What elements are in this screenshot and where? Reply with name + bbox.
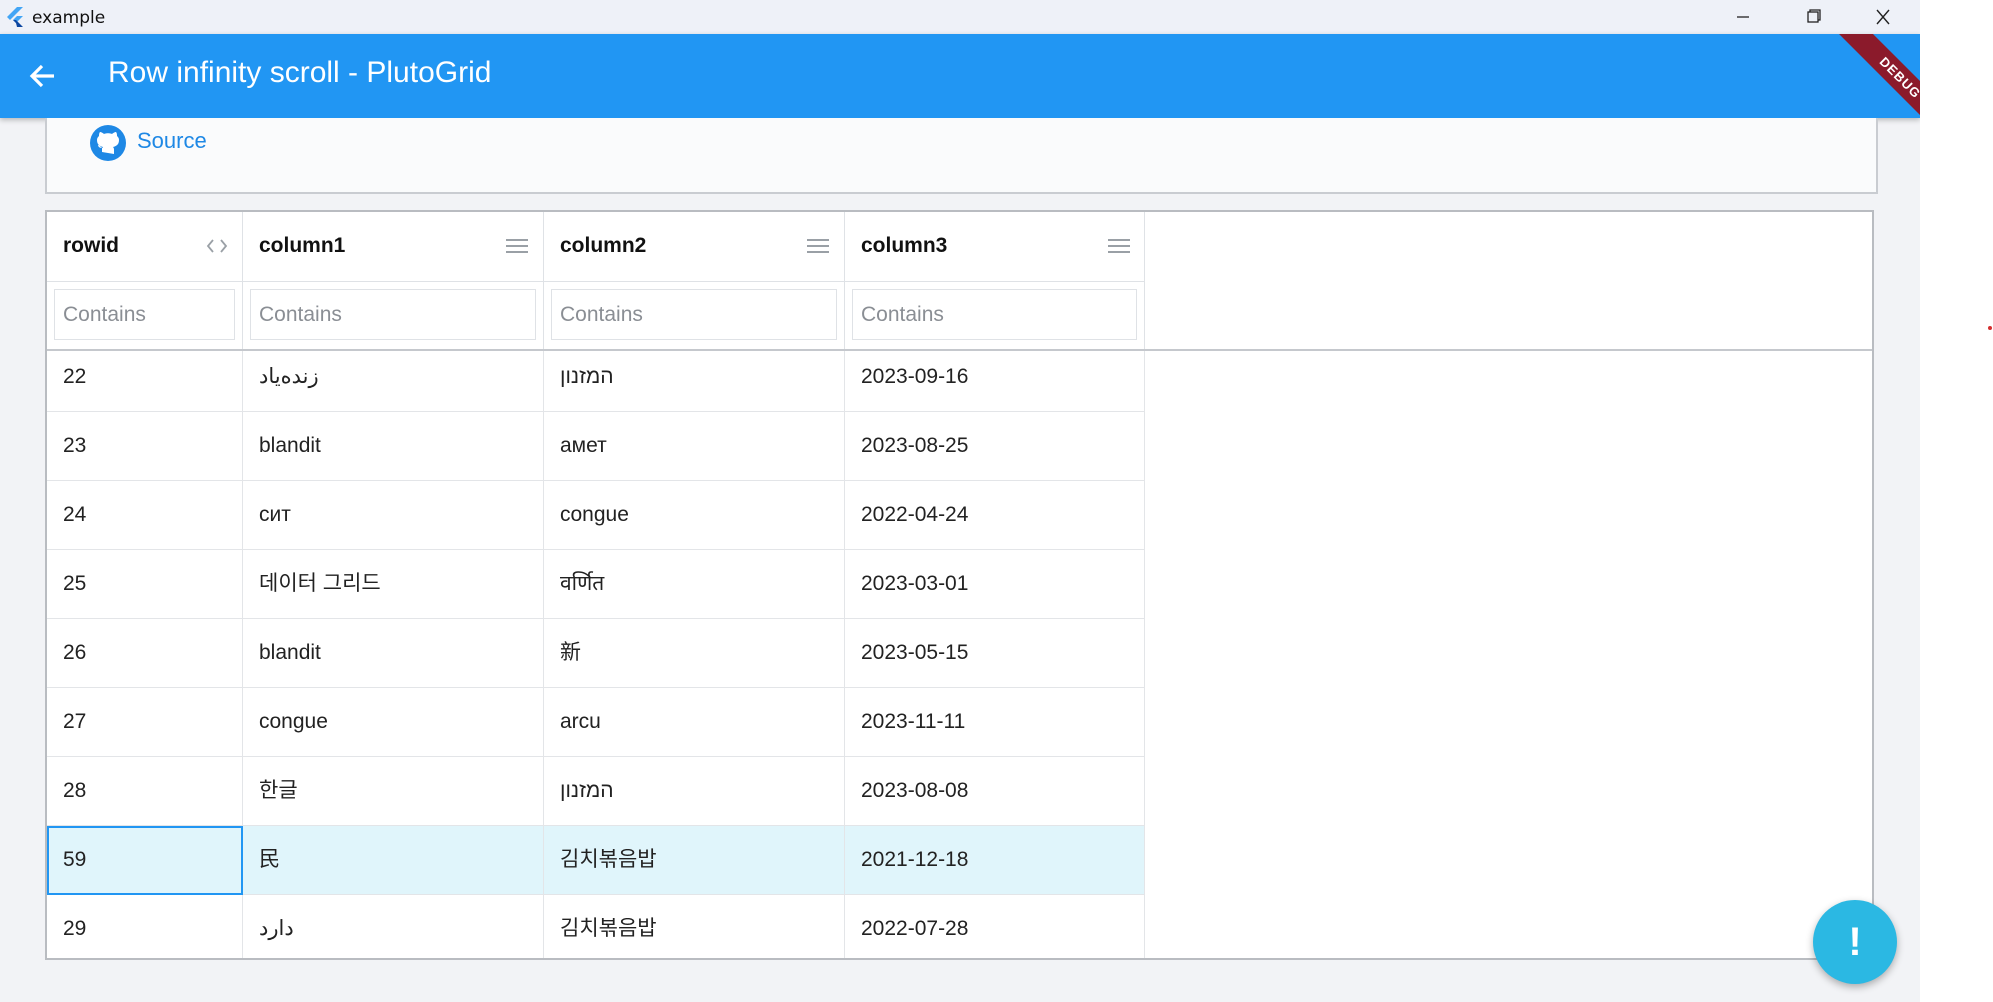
cell-column1[interactable]: blandit	[243, 619, 544, 688]
window-title: example	[32, 8, 106, 28]
menu-icon[interactable]	[1107, 236, 1131, 256]
restore-icon[interactable]	[1778, 0, 1848, 34]
filter-input-column2[interactable]	[551, 289, 837, 340]
flutter-logo-icon	[7, 7, 23, 27]
table-row[interactable]: 22 زنده‌یاد המזנון 2023-09-16	[47, 351, 1145, 412]
table-row[interactable]: 25 데이터 그리드 वर्णित 2023-03-01	[47, 550, 1145, 619]
cell-column2[interactable]: המזנון	[544, 757, 845, 826]
table-row[interactable]: 29 دارد 김치볶음밥 2022-07-28	[47, 895, 1145, 958]
column-title: column2	[560, 234, 647, 257]
table-row[interactable]: 27 congue arcu 2023-11-11	[47, 688, 1145, 757]
github-icon[interactable]	[89, 124, 127, 162]
filter-cell-rowid	[47, 282, 243, 349]
source-link[interactable]: Source	[137, 128, 207, 154]
app-window: example Row infinity scroll - PlutoGrid …	[0, 0, 1920, 1002]
cell-rowid[interactable]: 26	[47, 619, 243, 688]
back-arrow-icon[interactable]	[22, 56, 62, 96]
cell-rowid[interactable]: 28	[47, 757, 243, 826]
cell-column1[interactable]: 데이터 그리드	[243, 550, 544, 619]
column-header-column1[interactable]: column1	[243, 212, 544, 282]
source-card: Source	[45, 118, 1878, 194]
cell-rowid[interactable]: 29	[47, 895, 243, 958]
column-title: rowid	[63, 234, 119, 257]
filter-cell-column1	[243, 282, 544, 349]
filter-input-rowid[interactable]	[54, 289, 235, 340]
pluto-grid: rowid column1 column2 column3 Contains C…	[45, 210, 1874, 960]
cell-rowid[interactable]: 27	[47, 688, 243, 757]
table-row[interactable]: 28 한글 המזנון 2023-08-08	[47, 757, 1145, 826]
cell-column3[interactable]: 2023-08-25	[845, 412, 1145, 481]
cell-column1[interactable]: 民	[243, 826, 544, 895]
drag-handle-icon[interactable]	[205, 236, 229, 256]
cell-column3[interactable]: 2022-04-24	[845, 481, 1145, 550]
menu-icon[interactable]	[806, 236, 830, 256]
page-title: Row infinity scroll - PlutoGrid	[108, 56, 492, 89]
cell-column3[interactable]: 2023-09-16	[845, 351, 1145, 412]
cell-column1[interactable]: сит	[243, 481, 544, 550]
column-title: column1	[259, 234, 346, 257]
close-icon[interactable]	[1848, 0, 1918, 34]
cell-column2[interactable]: 新	[544, 619, 845, 688]
filter-input-column3[interactable]	[852, 289, 1137, 340]
table-row[interactable]: 26 blandit 新 2023-05-15	[47, 619, 1145, 688]
cell-column3[interactable]: 2023-11-11	[845, 688, 1145, 757]
cell-column2[interactable]: 김치볶음밥	[544, 895, 845, 958]
cell-column2[interactable]: המזנון	[544, 351, 845, 412]
column-title: column3	[861, 234, 948, 257]
cell-column3[interactable]: 2022-07-28	[845, 895, 1145, 958]
floating-action-button[interactable]: !	[1813, 900, 1897, 984]
cell-column2[interactable]: वर्णित	[544, 550, 845, 619]
debug-banner: DEBUG	[1834, 34, 1920, 118]
cell-column1[interactable]: زنده‌یاد	[243, 351, 544, 412]
cell-rowid[interactable]: 22	[47, 351, 243, 412]
cell-column1[interactable]: congue	[243, 688, 544, 757]
window-titlebar: example	[0, 0, 1920, 34]
cell-column1[interactable]: 한글	[243, 757, 544, 826]
cell-rowid[interactable]: 25	[47, 550, 243, 619]
cell-column1[interactable]: blandit	[243, 412, 544, 481]
cell-column1[interactable]: دارد	[243, 895, 544, 958]
cell-column2[interactable]: амет	[544, 412, 845, 481]
table-row[interactable]: 24 сит congue 2022-04-24	[47, 481, 1145, 550]
cell-rowid-current[interactable]: 59	[47, 826, 243, 895]
cell-column3[interactable]: 2023-03-01	[845, 550, 1145, 619]
grid-body[interactable]: 22 زنده‌یاد המזנון 2023-09-16 23 blandit…	[47, 351, 1157, 958]
indicator-dot	[1988, 326, 1992, 330]
minimize-icon[interactable]	[1708, 0, 1778, 34]
cell-column3[interactable]: 2023-05-15	[845, 619, 1145, 688]
filter-cell-column2	[544, 282, 845, 349]
cell-column2[interactable]: congue	[544, 481, 845, 550]
cell-column2[interactable]: arcu	[544, 688, 845, 757]
cell-column3[interactable]: 2021-12-18	[845, 826, 1145, 895]
table-row[interactable]: 23 blandit амет 2023-08-25	[47, 412, 1145, 481]
cell-rowid[interactable]: 23	[47, 412, 243, 481]
cell-column3[interactable]: 2023-08-08	[845, 757, 1145, 826]
column-header-column3[interactable]: column3	[845, 212, 1145, 282]
app-bar: Row infinity scroll - PlutoGrid DEBUG	[0, 34, 1920, 118]
column-header-column2[interactable]: column2	[544, 212, 845, 282]
table-row-selected[interactable]: 59 民 김치볶음밥 2021-12-18	[47, 826, 1145, 895]
cell-rowid[interactable]: 24	[47, 481, 243, 550]
filter-cell-column3	[845, 282, 1145, 349]
column-header-rowid[interactable]: rowid	[47, 212, 243, 282]
menu-icon[interactable]	[505, 236, 529, 256]
filter-input-column1[interactable]	[250, 289, 536, 340]
cell-column2[interactable]: 김치볶음밥	[544, 826, 845, 895]
